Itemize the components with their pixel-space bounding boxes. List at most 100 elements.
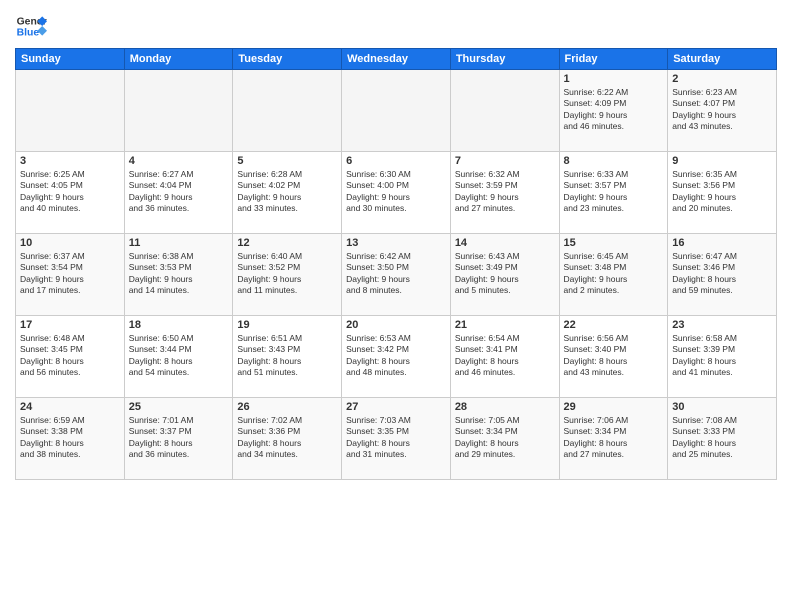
day-info: Sunrise: 6:43 AM Sunset: 3:49 PM Dayligh… xyxy=(455,251,555,297)
day-number: 3 xyxy=(20,155,120,167)
day-number: 10 xyxy=(20,237,120,249)
calendar-day-cell: 18 Sunrise: 6:50 AM Sunset: 3:44 PM Dayli… xyxy=(124,316,233,398)
calendar-day-cell: 19 Sunrise: 6:51 AM Sunset: 3:43 PM Dayli… xyxy=(233,316,342,398)
day-info: Sunrise: 6:42 AM Sunset: 3:50 PM Dayligh… xyxy=(346,251,446,297)
day-number: 19 xyxy=(237,319,337,331)
day-number: 16 xyxy=(672,237,772,249)
day-info: Sunrise: 6:23 AM Sunset: 4:07 PM Dayligh… xyxy=(672,87,772,133)
calendar-day-cell xyxy=(16,70,125,152)
calendar-day-cell: 28 Sunrise: 7:05 AM Sunset: 3:34 PM Dayli… xyxy=(450,398,559,480)
calendar-day-cell: 11 Sunrise: 6:38 AM Sunset: 3:53 PM Dayli… xyxy=(124,234,233,316)
calendar-day-cell: 23Sunrise: 6:58 AM Sunset: 3:39 PM Dayli… xyxy=(668,316,777,398)
calendar-day-cell: 17 Sunrise: 6:48 AM Sunset: 3:45 PM Dayli… xyxy=(16,316,125,398)
calendar-week-row: 10 Sunrise: 6:37 AM Sunset: 3:54 PM Dayli… xyxy=(16,234,777,316)
day-info: Sunrise: 6:48 AM Sunset: 3:45 PM Dayligh… xyxy=(20,333,120,379)
day-number: 13 xyxy=(346,237,446,249)
day-number: 21 xyxy=(455,319,555,331)
calendar-day-cell: 3 Sunrise: 6:25 AM Sunset: 4:05 PM Daylig… xyxy=(16,152,125,234)
day-info: Sunrise: 7:05 AM Sunset: 3:34 PM Dayligh… xyxy=(455,415,555,461)
day-number: 8 xyxy=(564,155,664,167)
calendar-day-header: Thursday xyxy=(450,49,559,70)
day-info: Sunrise: 6:27 AM Sunset: 4:04 PM Dayligh… xyxy=(129,169,229,215)
day-info: Sunrise: 6:51 AM Sunset: 3:43 PM Dayligh… xyxy=(237,333,337,379)
day-number: 25 xyxy=(129,401,229,413)
day-number: 6 xyxy=(346,155,446,167)
day-info: Sunrise: 7:08 AM Sunset: 3:33 PM Dayligh… xyxy=(672,415,772,461)
page-header: General Blue xyxy=(15,10,777,42)
calendar-day-cell: 5 Sunrise: 6:28 AM Sunset: 4:02 PM Daylig… xyxy=(233,152,342,234)
day-number: 12 xyxy=(237,237,337,249)
day-number: 11 xyxy=(129,237,229,249)
day-info: Sunrise: 6:33 AM Sunset: 3:57 PM Dayligh… xyxy=(564,169,664,215)
calendar-day-header: Monday xyxy=(124,49,233,70)
day-number: 15 xyxy=(564,237,664,249)
day-number: 5 xyxy=(237,155,337,167)
day-number: 1 xyxy=(564,73,664,85)
day-info: Sunrise: 6:30 AM Sunset: 4:00 PM Dayligh… xyxy=(346,169,446,215)
calendar-day-cell: 21 Sunrise: 6:54 AM Sunset: 3:41 PM Dayli… xyxy=(450,316,559,398)
calendar-day-cell xyxy=(233,70,342,152)
calendar-day-cell: 7 Sunrise: 6:32 AM Sunset: 3:59 PM Daylig… xyxy=(450,152,559,234)
day-info: Sunrise: 7:06 AM Sunset: 3:34 PM Dayligh… xyxy=(564,415,664,461)
calendar-day-cell: 16Sunrise: 6:47 AM Sunset: 3:46 PM Dayli… xyxy=(668,234,777,316)
day-number: 28 xyxy=(455,401,555,413)
calendar-header-row: SundayMondayTuesdayWednesdayThursdayFrid… xyxy=(16,49,777,70)
day-number: 2 xyxy=(672,73,772,85)
calendar-day-cell: 26Sunrise: 7:02 AM Sunset: 3:36 PM Dayli… xyxy=(233,398,342,480)
calendar-day-cell: 10 Sunrise: 6:37 AM Sunset: 3:54 PM Dayli… xyxy=(16,234,125,316)
calendar-day-cell: 25 Sunrise: 7:01 AM Sunset: 3:37 PM Dayli… xyxy=(124,398,233,480)
day-info: Sunrise: 6:59 AM Sunset: 3:38 PM Dayligh… xyxy=(20,415,120,461)
day-number: 29 xyxy=(564,401,664,413)
calendar-table: SundayMondayTuesdayWednesdayThursdayFrid… xyxy=(15,48,777,480)
calendar-day-cell: 27 Sunrise: 7:03 AM Sunset: 3:35 PM Dayli… xyxy=(342,398,451,480)
day-number: 17 xyxy=(20,319,120,331)
calendar-day-header: Sunday xyxy=(16,49,125,70)
calendar-day-cell: 22 Sunrise: 6:56 AM Sunset: 3:40 PM Dayli… xyxy=(559,316,668,398)
calendar-day-cell: 8 Sunrise: 6:33 AM Sunset: 3:57 PM Daylig… xyxy=(559,152,668,234)
calendar-week-row: 1 Sunrise: 6:22 AM Sunset: 4:09 PM Daylig… xyxy=(16,70,777,152)
day-info: Sunrise: 6:53 AM Sunset: 3:42 PM Dayligh… xyxy=(346,333,446,379)
day-info: Sunrise: 7:03 AM Sunset: 3:35 PM Dayligh… xyxy=(346,415,446,461)
day-number: 22 xyxy=(564,319,664,331)
svg-text:Blue: Blue xyxy=(17,28,40,39)
calendar-day-cell xyxy=(124,70,233,152)
day-info: Sunrise: 6:28 AM Sunset: 4:02 PM Dayligh… xyxy=(237,169,337,215)
day-number: 7 xyxy=(455,155,555,167)
day-info: Sunrise: 6:40 AM Sunset: 3:52 PM Dayligh… xyxy=(237,251,337,297)
calendar-day-cell: 2 Sunrise: 6:23 AM Sunset: 4:07 PM Daylig… xyxy=(668,70,777,152)
day-info: Sunrise: 6:58 AM Sunset: 3:39 PM Dayligh… xyxy=(672,333,772,379)
day-info: Sunrise: 6:37 AM Sunset: 3:54 PM Dayligh… xyxy=(20,251,120,297)
day-info: Sunrise: 6:54 AM Sunset: 3:41 PM Dayligh… xyxy=(455,333,555,379)
logo-icon: General Blue xyxy=(15,10,47,42)
day-number: 27 xyxy=(346,401,446,413)
calendar-day-header: Wednesday xyxy=(342,49,451,70)
day-info: Sunrise: 6:50 AM Sunset: 3:44 PM Dayligh… xyxy=(129,333,229,379)
day-info: Sunrise: 6:25 AM Sunset: 4:05 PM Dayligh… xyxy=(20,169,120,215)
calendar-day-cell: 14Sunrise: 6:43 AM Sunset: 3:49 PM Dayli… xyxy=(450,234,559,316)
calendar-day-cell: 30 Sunrise: 7:08 AM Sunset: 3:33 PM Dayli… xyxy=(668,398,777,480)
calendar-week-row: 3 Sunrise: 6:25 AM Sunset: 4:05 PM Daylig… xyxy=(16,152,777,234)
calendar-day-cell: 13 Sunrise: 6:42 AM Sunset: 3:50 PM Dayli… xyxy=(342,234,451,316)
day-info: Sunrise: 6:38 AM Sunset: 3:53 PM Dayligh… xyxy=(129,251,229,297)
calendar-day-cell: 4 Sunrise: 6:27 AM Sunset: 4:04 PM Daylig… xyxy=(124,152,233,234)
calendar-day-header: Tuesday xyxy=(233,49,342,70)
day-number: 20 xyxy=(346,319,446,331)
day-number: 26 xyxy=(237,401,337,413)
calendar-day-cell: 24 Sunrise: 6:59 AM Sunset: 3:38 PM Dayli… xyxy=(16,398,125,480)
day-info: Sunrise: 6:22 AM Sunset: 4:09 PM Dayligh… xyxy=(564,87,664,133)
logo: General Blue xyxy=(15,10,47,42)
day-info: Sunrise: 6:56 AM Sunset: 3:40 PM Dayligh… xyxy=(564,333,664,379)
day-info: Sunrise: 7:01 AM Sunset: 3:37 PM Dayligh… xyxy=(129,415,229,461)
calendar-day-cell: 15 Sunrise: 6:45 AM Sunset: 3:48 PM Dayli… xyxy=(559,234,668,316)
day-info: Sunrise: 6:45 AM Sunset: 3:48 PM Dayligh… xyxy=(564,251,664,297)
calendar-day-cell xyxy=(450,70,559,152)
day-number: 24 xyxy=(20,401,120,413)
day-number: 30 xyxy=(672,401,772,413)
day-number: 18 xyxy=(129,319,229,331)
day-number: 4 xyxy=(129,155,229,167)
calendar-day-header: Friday xyxy=(559,49,668,70)
calendar-day-cell: 9Sunrise: 6:35 AM Sunset: 3:56 PM Daylig… xyxy=(668,152,777,234)
calendar-day-cell: 6 Sunrise: 6:30 AM Sunset: 4:00 PM Daylig… xyxy=(342,152,451,234)
day-info: Sunrise: 6:32 AM Sunset: 3:59 PM Dayligh… xyxy=(455,169,555,215)
calendar-day-cell: 12 Sunrise: 6:40 AM Sunset: 3:52 PM Dayli… xyxy=(233,234,342,316)
